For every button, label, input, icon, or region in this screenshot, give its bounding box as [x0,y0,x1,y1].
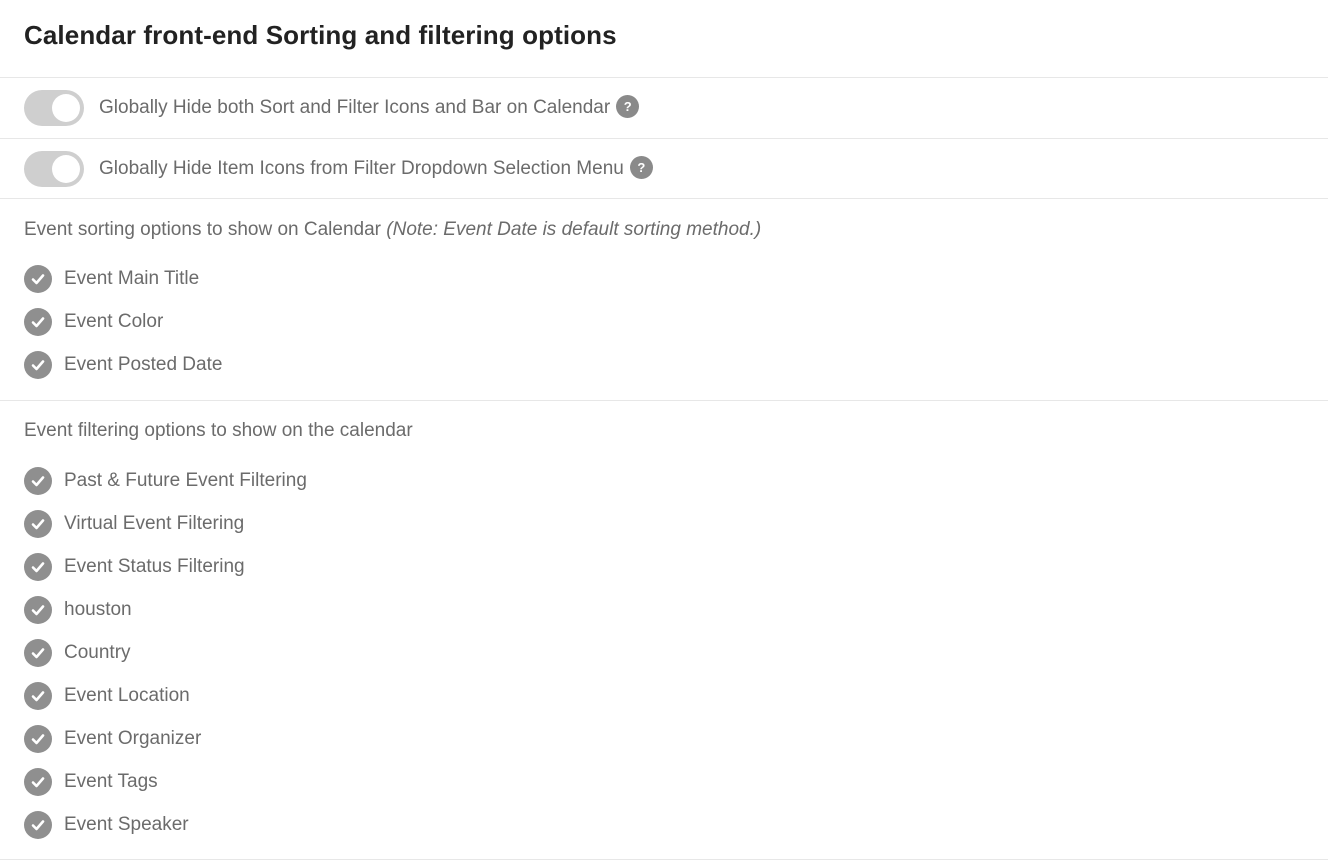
hide-sort-filter-label: Globally Hide both Sort and Filter Icons… [99,97,611,118]
sorting-heading-note: (Note: Event Date is default sorting met… [386,219,762,240]
checkmark-circle-icon [24,264,52,293]
divider [0,859,1328,860]
filtering-option-label: houston [64,598,132,620]
sorting-option-label: Event Main Title [64,267,200,289]
settings-page: Calendar front-end Sorting and filtering… [0,0,1328,861]
sorting-option[interactable]: Event Color [24,300,222,343]
hide-item-icons-label: Globally Hide Item Icons from Filter Dro… [99,158,624,179]
filtering-option-label: Event Status Filtering [64,555,245,577]
checkmark-circle-icon [24,552,52,581]
filtering-option[interactable]: Event Tags [24,760,307,803]
divider [0,400,1328,401]
filtering-option-label: Event Speaker [64,813,189,835]
sorting-section-heading: Event sorting options to show on Calenda… [24,219,761,241]
filtering-section-heading: Event filtering options to show on the c… [24,420,413,442]
toggle-knob [52,94,80,122]
sorting-option-label: Event Color [64,310,164,332]
filtering-option[interactable]: Country [24,631,307,674]
filtering-option[interactable]: Event Location [24,674,307,717]
toggle-knob [52,155,80,183]
checkmark-circle-icon [24,767,52,796]
filtering-option[interactable]: Event Speaker [24,803,307,846]
checkmark-circle-icon [24,350,52,379]
divider [0,138,1328,139]
divider [0,77,1328,78]
filtering-option-label: Past & Future Event Filtering [64,469,307,491]
toggle-row-hide-sort-filter: Globally Hide both Sort and Filter Icons… [24,90,640,126]
filtering-option-label: Event Tags [64,770,158,792]
filtering-option[interactable]: houston [24,588,307,631]
help-icon[interactable]: ? [616,95,640,118]
help-icon[interactable]: ? [629,156,653,179]
checkmark-circle-icon [24,307,52,336]
toggle-row-hide-item-icons: Globally Hide Item Icons from Filter Dro… [24,151,653,187]
hide-sort-filter-toggle[interactable] [24,90,84,126]
checkmark-circle-icon [24,681,52,710]
filtering-options-list: Past & Future Event Filtering Virtual Ev… [24,459,307,846]
checkmark-circle-icon [24,810,52,839]
filtering-option[interactable]: Past & Future Event Filtering [24,459,307,502]
filtering-option-label: Virtual Event Filtering [64,512,245,534]
checkmark-circle-icon [24,466,52,495]
checkmark-circle-icon [24,638,52,667]
divider [0,198,1328,199]
hide-item-icons-toggle[interactable] [24,151,84,187]
filtering-option[interactable]: Virtual Event Filtering [24,502,307,545]
sorting-option-label: Event Posted Date [64,353,223,375]
filtering-option[interactable]: Event Status Filtering [24,545,307,588]
sorting-option[interactable]: Event Main Title [24,257,222,300]
checkmark-circle-icon [24,509,52,538]
checkmark-circle-icon [24,595,52,624]
filtering-heading-text: Event filtering options to show on the c… [24,420,413,441]
checkmark-circle-icon [24,724,52,753]
sorting-option[interactable]: Event Posted Date [24,343,222,386]
page-title: Calendar front-end Sorting and filtering… [24,20,617,50]
filtering-option-label: Event Location [64,684,190,706]
filtering-option-label: Event Organizer [64,727,202,749]
sorting-options-list: Event Main Title Event Color Event Poste… [24,257,222,386]
filtering-option-label: Country [64,641,131,663]
filtering-option[interactable]: Event Organizer [24,717,307,760]
sorting-heading-text: Event sorting options to show on Calenda… [24,219,381,240]
